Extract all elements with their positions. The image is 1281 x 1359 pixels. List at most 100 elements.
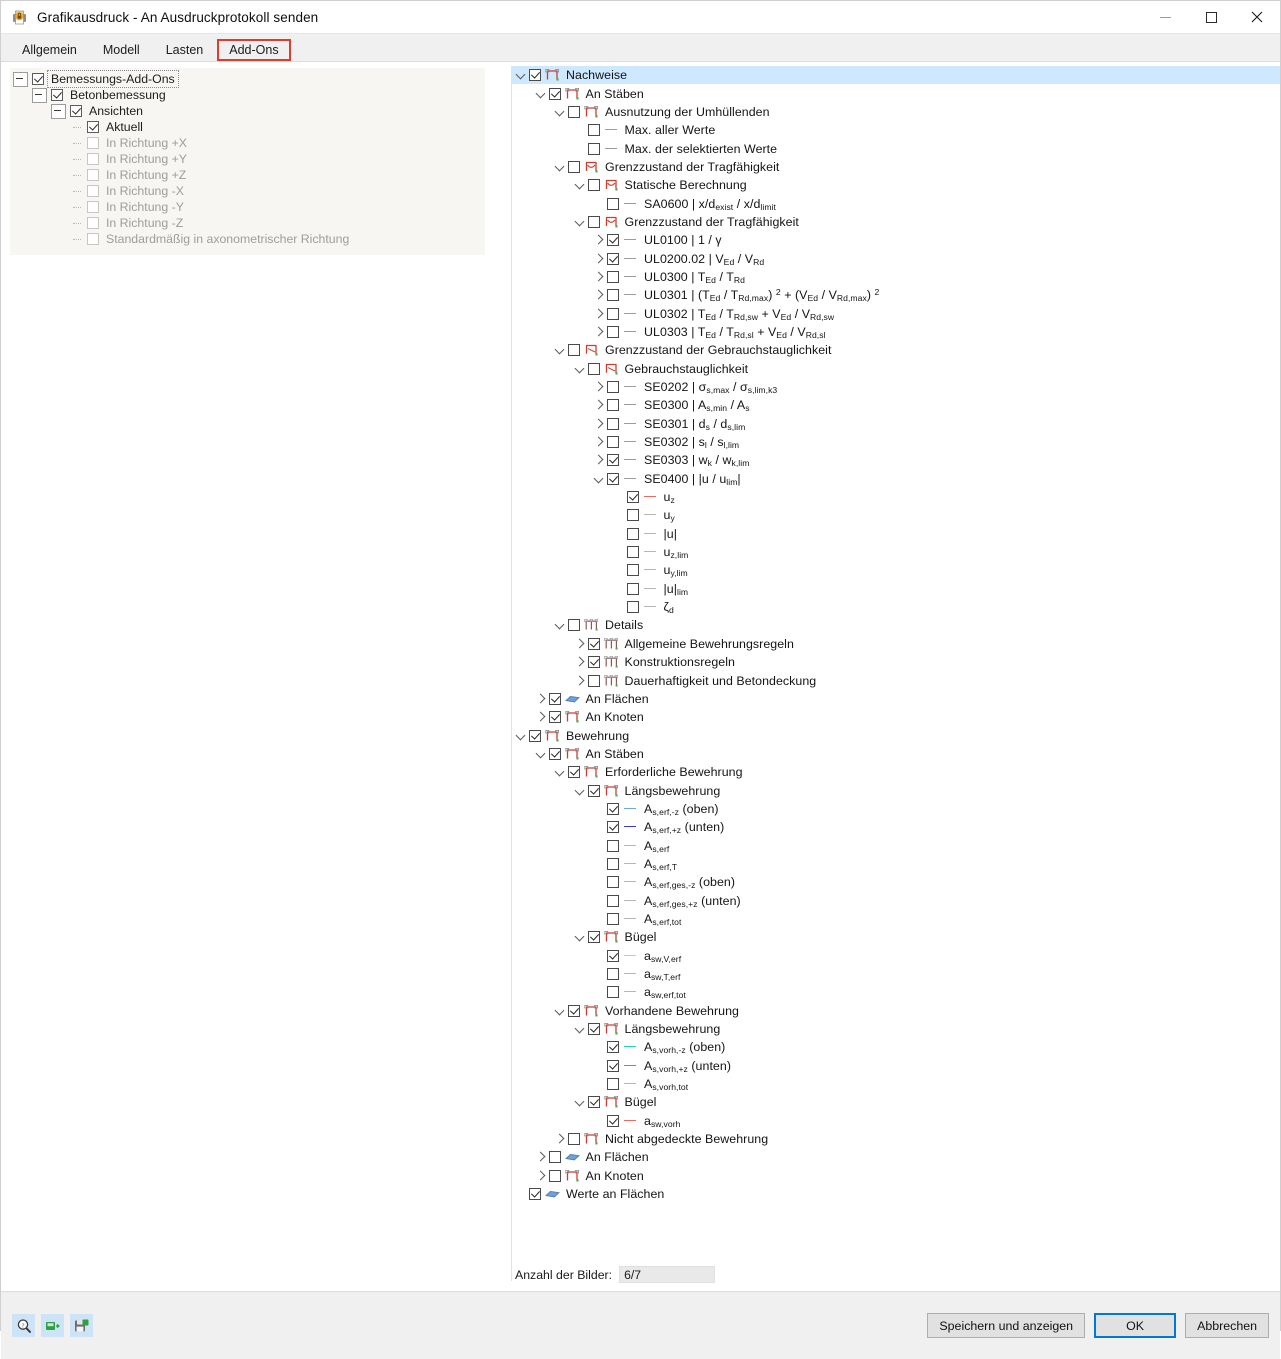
addons-checkbox[interactable] [70, 105, 82, 117]
results-tree-row[interactable]: UL0200.02 | VEd / VRd [512, 249, 1280, 267]
results-checkbox[interactable] [549, 1151, 561, 1163]
chevron-right-icon[interactable] [592, 325, 606, 339]
chevron-down-icon[interactable] [573, 1095, 587, 1109]
results-checkbox[interactable] [568, 106, 580, 118]
chevron-right-icon[interactable] [534, 1150, 548, 1164]
results-checkbox[interactable] [588, 363, 600, 375]
addons-tree-row[interactable]: Betonbemessung [10, 87, 485, 103]
results-checkbox[interactable] [607, 950, 619, 962]
results-checkbox[interactable] [607, 234, 619, 246]
results-tree-row[interactable]: UL0302 | TEd / TRd,sw + VEd / VRd,sw [512, 304, 1280, 322]
results-tree-row[interactable]: Max. der selektierten Werte [512, 139, 1280, 157]
results-checkbox[interactable] [607, 473, 619, 485]
results-tree-row[interactable]: SE0302 | sl / sl,lim [512, 433, 1280, 451]
chevron-down-icon[interactable] [573, 784, 587, 798]
results-checkbox[interactable] [568, 619, 580, 631]
addons-tree-row[interactable]: In Richtung -Z [10, 215, 485, 231]
results-tree-row[interactable]: uy [512, 506, 1280, 524]
results-checkbox[interactable] [627, 528, 639, 540]
results-checkbox[interactable] [549, 711, 561, 723]
results-tree-row[interactable]: Bügel [512, 1093, 1280, 1111]
chevron-right-icon[interactable] [553, 1132, 567, 1146]
maximize-button[interactable] [1188, 1, 1234, 33]
results-tree-row[interactable]: Bewehrung [512, 726, 1280, 744]
chevron-right-icon[interactable] [573, 637, 587, 651]
results-tree-row[interactable]: ζd [512, 598, 1280, 616]
chevron-down-icon[interactable] [573, 930, 587, 944]
chevron-right-icon[interactable] [592, 307, 606, 321]
chevron-right-icon[interactable] [534, 710, 548, 724]
results-checkbox[interactable] [588, 675, 600, 687]
results-tree-row[interactable]: As,erf,+z (unten) [512, 818, 1280, 836]
results-checkbox[interactable] [607, 1078, 619, 1090]
results-tree-row[interactable]: An Stäben [512, 745, 1280, 763]
results-checkbox[interactable] [627, 509, 639, 521]
addons-tree-row[interactable]: Standardmäßig in axonometrischer Richtun… [10, 231, 485, 247]
chevron-right-icon[interactable] [592, 417, 606, 431]
chevron-down-icon[interactable] [534, 87, 548, 101]
addons-tree-row[interactable]: In Richtung -Y [10, 199, 485, 215]
chevron-down-icon[interactable] [553, 105, 567, 119]
chevron-down-icon[interactable] [573, 362, 587, 376]
results-tree-row[interactable]: UL0100 | 1 / γ [512, 231, 1280, 249]
addons-tree-row[interactable]: Bemessungs-Add-Ons [10, 71, 485, 87]
results-tree-row[interactable]: |u|lim [512, 580, 1280, 598]
addons-tree-row[interactable]: In Richtung +X [10, 135, 485, 151]
results-tree-row[interactable]: SE0301 | ds / ds,lim [512, 415, 1280, 433]
addons-checkbox[interactable] [32, 73, 44, 85]
results-checkbox[interactable] [588, 143, 600, 155]
results-tree-row[interactable]: Werte an Flächen [512, 1185, 1280, 1203]
minimize-button[interactable] [1142, 1, 1188, 33]
chevron-down-icon[interactable] [553, 618, 567, 632]
chevron-down-icon[interactable] [534, 747, 548, 761]
addons-tree[interactable]: Bemessungs-Add-OnsBetonbemessungAnsichte… [10, 68, 485, 255]
chevron-right-icon[interactable] [592, 380, 606, 394]
results-checkbox[interactable] [568, 161, 580, 173]
results-checkbox[interactable] [529, 1188, 541, 1200]
results-checkbox[interactable] [627, 583, 639, 595]
results-checkbox[interactable] [588, 638, 600, 650]
results-tree-row[interactable]: asw,erf,tot [512, 983, 1280, 1001]
results-checkbox[interactable] [588, 931, 600, 943]
results-checkbox[interactable] [568, 1005, 580, 1017]
chevron-down-icon[interactable] [514, 729, 528, 743]
chevron-down-icon[interactable] [553, 160, 567, 174]
results-tree-row[interactable]: Erforderliche Bewehrung [512, 763, 1280, 781]
results-checkbox[interactable] [607, 1041, 619, 1053]
chevron-down-icon[interactable] [592, 472, 606, 486]
results-tree-row[interactable]: SE0400 | |u / ulim| [512, 470, 1280, 488]
results-checkbox[interactable] [568, 766, 580, 778]
addons-tree-row[interactable]: In Richtung +Y [10, 151, 485, 167]
tab-lasten[interactable]: Lasten [154, 39, 216, 61]
tab-add-ons[interactable]: Add-Ons [217, 39, 290, 61]
ok-button[interactable]: OK [1094, 1313, 1176, 1338]
addons-checkbox[interactable] [51, 89, 63, 101]
results-checkbox[interactable] [607, 326, 619, 338]
results-checkbox[interactable] [607, 271, 619, 283]
results-tree-row[interactable]: As,erf,-z (oben) [512, 800, 1280, 818]
results-checkbox[interactable] [607, 436, 619, 448]
chevron-right-icon[interactable] [592, 453, 606, 467]
results-tree-row[interactable]: UL0303 | TEd / TRd,sl + VEd / VRd,sl [512, 323, 1280, 341]
results-checkbox[interactable] [549, 748, 561, 760]
results-checkbox[interactable] [627, 491, 639, 503]
results-tree-row[interactable]: Bügel [512, 928, 1280, 946]
addons-tree-row[interactable]: Aktuell [10, 119, 485, 135]
tab-modell[interactable]: Modell [91, 39, 152, 61]
help-icon[interactable]: ? [12, 1314, 35, 1337]
results-checkbox[interactable] [549, 88, 561, 100]
results-tree-row[interactable]: Allgemeine Bewehrungsregeln [512, 635, 1280, 653]
addons-checkbox[interactable] [87, 121, 99, 133]
results-checkbox[interactable] [607, 986, 619, 998]
results-checkbox[interactable] [607, 803, 619, 815]
results-tree-row[interactable]: As,vorh,-z (oben) [512, 1038, 1280, 1056]
results-checkbox[interactable] [588, 1096, 600, 1108]
results-tree-row[interactable]: Längsbewehrung [512, 1020, 1280, 1038]
results-tree-row[interactable]: As,erf,ges,+z (unten) [512, 891, 1280, 909]
results-tree-row[interactable]: Gebrauchstauglichkeit [512, 360, 1280, 378]
results-checkbox[interactable] [627, 546, 639, 558]
results-checkbox[interactable] [607, 858, 619, 870]
results-tree-row[interactable]: As,erf [512, 836, 1280, 854]
results-checkbox[interactable] [568, 1133, 580, 1145]
results-tree-row[interactable]: SE0300 | As,min / As [512, 396, 1280, 414]
